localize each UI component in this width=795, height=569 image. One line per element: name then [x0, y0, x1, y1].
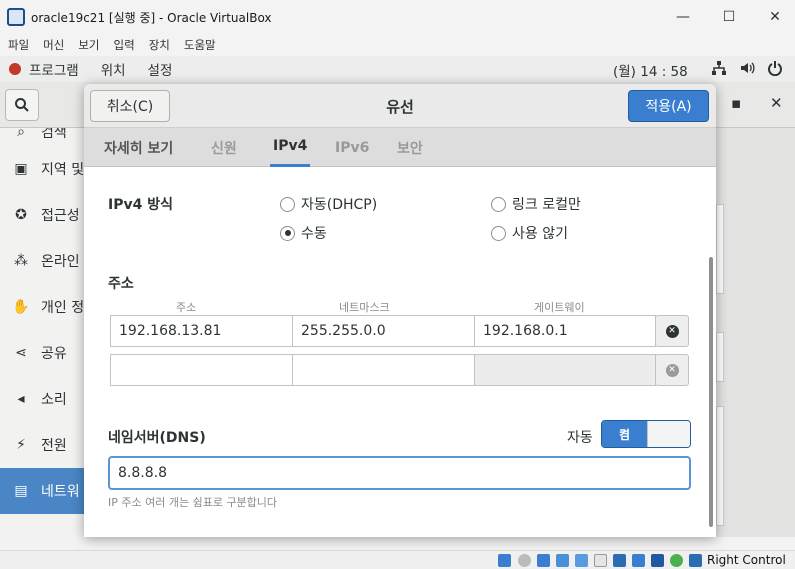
- method-link-local-radio[interactable]: 링크 로컬만: [491, 194, 581, 214]
- sidebar-item-sharing[interactable]: ⋖ 공유: [0, 330, 90, 376]
- tab-details[interactable]: 자세히 보기: [101, 128, 176, 167]
- delete-address-button[interactable]: ✕: [655, 315, 689, 347]
- apply-button[interactable]: 적용(A): [628, 90, 709, 122]
- optical-drive-icon[interactable]: [518, 554, 531, 567]
- window-titlebar: oracle19c21 [실행 중] - Oracle VirtualBox —…: [0, 0, 795, 34]
- host-key-label: Right Control: [707, 553, 786, 567]
- settings-menu[interactable]: 설정: [148, 59, 173, 79]
- column-header-gateway: 게이트웨이: [534, 301, 585, 314]
- sidebar-item-online-accounts[interactable]: ⁂ 온라인: [0, 238, 90, 284]
- ipv4-settings-panel: IPv4 방식 자동(DHCP) 링크 로컬만 수동 사용 않기 주소 주소 네…: [84, 167, 716, 537]
- accessibility-icon: ✪: [15, 207, 27, 223]
- applications-menu[interactable]: 프로그램: [29, 59, 79, 79]
- camera-icon: ▣: [14, 161, 28, 177]
- delete-address-button[interactable]: ✕: [655, 354, 689, 386]
- gateway-input[interactable]: 192.168.0.1: [475, 316, 655, 346]
- column-header-address: 주소: [176, 301, 197, 314]
- method-disabled-radio[interactable]: 사용 않기: [491, 223, 568, 243]
- minimize-button[interactable]: —: [660, 0, 706, 34]
- close-button[interactable]: ✕: [752, 0, 795, 34]
- menu-devices[interactable]: 장치: [149, 37, 170, 53]
- netmask-input[interactable]: 255.255.0.0: [293, 316, 475, 346]
- menu-input[interactable]: 입력: [114, 37, 135, 53]
- address-row: [110, 354, 656, 386]
- power-icon: ⚡: [16, 437, 26, 453]
- tab-ipv4[interactable]: IPv4: [270, 128, 311, 167]
- tab-security[interactable]: 보안: [394, 128, 426, 167]
- network-icon[interactable]: [711, 60, 727, 80]
- share-icon: ⋖: [15, 345, 27, 361]
- distro-logo-icon: [9, 63, 21, 75]
- host-menubar: 파일 머신 보기 입력 장치 도움말: [0, 34, 795, 56]
- sidebar-item-search[interactable]: ⌕ 검색: [0, 128, 90, 146]
- tab-identity[interactable]: 신원: [208, 128, 240, 167]
- volume-icon[interactable]: [739, 60, 755, 80]
- recording-icon[interactable]: [632, 554, 645, 567]
- dns-auto-label: 자동: [567, 430, 593, 446]
- close-icon[interactable]: ✕: [770, 94, 783, 112]
- virtualbox-logo-icon: [7, 8, 25, 26]
- address-section-label: 주소: [108, 276, 134, 292]
- host-statusbar: Right Control: [0, 550, 795, 569]
- wired-connection-dialog: 취소(C) 유선 적용(A) 자세히 보기 신원 IPv4 IPv6 보안 IP…: [84, 84, 716, 537]
- menu-help[interactable]: 도움말: [184, 37, 216, 53]
- sound-icon: ◂: [17, 391, 25, 407]
- sidebar-item-network[interactable]: ▤ 네트워: [0, 468, 90, 514]
- delete-icon: ✕: [665, 363, 679, 377]
- maximize-button[interactable]: ☐: [706, 0, 752, 34]
- sidebar-item-power[interactable]: ⚡ 전원: [0, 422, 90, 468]
- shared-folder-icon[interactable]: [594, 554, 607, 567]
- tab-ipv6[interactable]: IPv6: [332, 128, 372, 167]
- places-menu[interactable]: 위치: [101, 59, 126, 79]
- menu-view[interactable]: 보기: [78, 37, 99, 53]
- dns-section-label: 네임서버(DNS): [108, 430, 206, 446]
- sidebar-item-privacy[interactable]: ✋ 개인 정: [0, 284, 90, 330]
- search-button[interactable]: [5, 89, 39, 121]
- sidebar-item-accessibility[interactable]: ✪ 접근성: [0, 192, 90, 238]
- netmask-input[interactable]: [293, 355, 475, 385]
- window-title: oracle19c21 [실행 중] - Oracle VirtualBox: [31, 10, 272, 25]
- search-icon: ⌕: [17, 128, 25, 140]
- switch-knob: [647, 421, 690, 447]
- power-icon[interactable]: [767, 60, 783, 80]
- dialog-title: 유선: [386, 98, 414, 116]
- guest-topbar: 프로그램 위치 설정 (월) 14 : 58: [0, 56, 795, 82]
- method-manual-radio[interactable]: 수동: [280, 223, 327, 243]
- gateway-input[interactable]: [475, 355, 655, 385]
- cpu-icon[interactable]: [651, 554, 664, 567]
- dialog-header: 취소(C) 유선 적용(A): [84, 84, 716, 128]
- column-header-netmask: 네트마스크: [339, 301, 390, 314]
- dns-input[interactable]: 8.8.8.8: [108, 456, 691, 490]
- menu-machine[interactable]: 머신: [43, 37, 64, 53]
- scrollbar[interactable]: [709, 257, 713, 527]
- network-adapter-icon[interactable]: [556, 554, 569, 567]
- restore-icon[interactable]: ▪: [731, 94, 741, 112]
- menu-file[interactable]: 파일: [8, 37, 29, 53]
- hard-disk-icon[interactable]: [498, 554, 511, 567]
- settings-sidebar: ⌕ 검색 ▣ 지역 및 ✪ 접근성 ⁂ 온라인 ✋ 개인 정 ⋖ 공유 ◂ 소리 ⚡ 전원 ▤ 네…: [0, 128, 90, 537]
- sidebar-item-sound[interactable]: ◂ 소리: [0, 376, 90, 422]
- dns-auto-switch[interactable]: 켬: [601, 420, 691, 448]
- delete-icon: ✕: [665, 324, 679, 338]
- clock[interactable]: (월) 14 : 58: [613, 60, 688, 80]
- address-input[interactable]: 192.168.13.81: [111, 316, 293, 346]
- sidebar-item-region[interactable]: ▣ 지역 및: [0, 146, 90, 192]
- dialog-tabs: 자세히 보기 신원 IPv4 IPv6 보안: [84, 128, 716, 167]
- guest-additions-icon[interactable]: [670, 554, 683, 567]
- dns-hint: IP 주소 여러 개는 쉼표로 구분합니다: [108, 496, 278, 509]
- display-icon[interactable]: [613, 554, 626, 567]
- online-accounts-icon: ⁂: [14, 253, 28, 269]
- network-icon: ▤: [14, 483, 28, 499]
- hand-icon: ✋: [12, 299, 30, 315]
- switch-on-label: 켬: [602, 421, 647, 447]
- search-icon: [15, 98, 29, 112]
- address-input[interactable]: [111, 355, 293, 385]
- method-dhcp-radio[interactable]: 자동(DHCP): [280, 194, 377, 214]
- address-row: 192.168.13.81 255.255.0.0 192.168.0.1: [110, 315, 656, 347]
- audio-icon[interactable]: [537, 554, 550, 567]
- ipv4-method-label: IPv4 방식: [108, 197, 173, 213]
- usb-icon[interactable]: [575, 554, 588, 567]
- mouse-integration-icon[interactable]: [689, 554, 702, 567]
- settings-right-pane: [716, 128, 795, 537]
